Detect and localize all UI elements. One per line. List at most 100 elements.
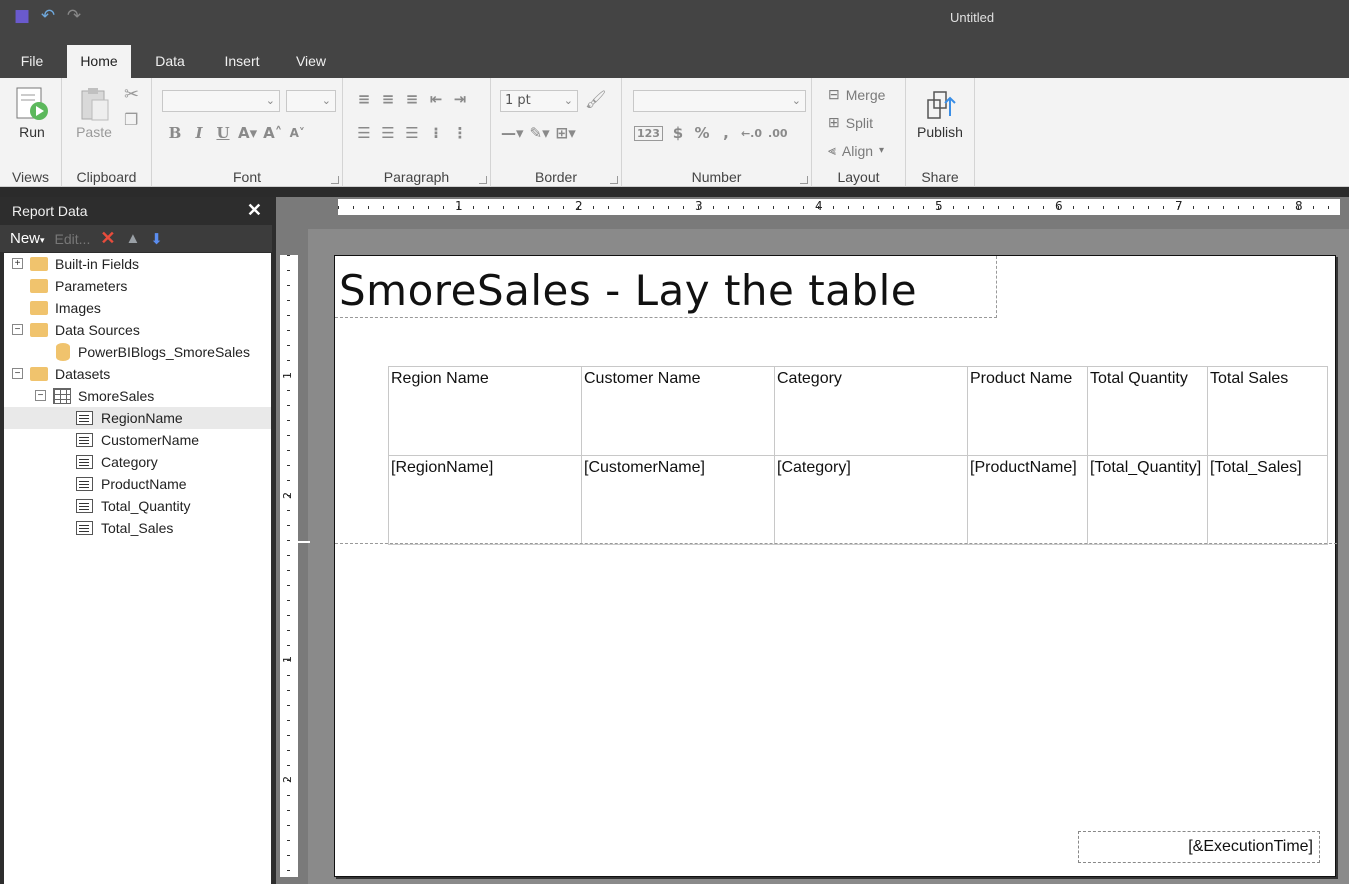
split-button[interactable]: ⊞ Split bbox=[828, 114, 873, 131]
field-icon bbox=[76, 455, 93, 469]
border-width-select[interactable]: 1 pt ⌄ bbox=[500, 90, 578, 112]
merge-button[interactable]: ⊟ Merge bbox=[828, 86, 885, 103]
comma-style-icon[interactable]: , bbox=[717, 124, 735, 142]
align-center-icon[interactable]: ☰ bbox=[379, 124, 397, 142]
undo-icon[interactable]: ↶ bbox=[38, 6, 58, 26]
decrease-indent-icon[interactable]: ⇤ bbox=[427, 90, 445, 108]
number-format-select[interactable]: ⌄ bbox=[633, 90, 806, 112]
tree-item-data-source[interactable]: PowerBIBlogs_SmoreSales bbox=[4, 341, 271, 363]
borders-icon[interactable]: ⊞▾ bbox=[556, 124, 576, 142]
save-icon[interactable]: ■ bbox=[12, 6, 32, 26]
field-icon bbox=[76, 433, 93, 447]
italic-icon[interactable]: I bbox=[190, 124, 208, 142]
align-right-icon[interactable]: ☰ bbox=[403, 124, 421, 142]
align-top-icon[interactable]: ≡ bbox=[355, 90, 373, 108]
execution-time-textbox[interactable]: [&ExecutionTime] bbox=[1078, 831, 1320, 863]
table-header-cell[interactable]: Total Sales bbox=[1207, 366, 1328, 456]
collapse-icon[interactable]: − bbox=[35, 390, 46, 401]
new-button[interactable]: New▾ bbox=[10, 230, 45, 247]
move-down-icon[interactable]: ⬇ bbox=[150, 230, 163, 248]
table-header-cell[interactable]: Customer Name bbox=[581, 366, 775, 456]
table-header-cell[interactable]: Category bbox=[774, 366, 968, 456]
table-header-cell[interactable]: Total Quantity bbox=[1087, 366, 1208, 456]
report-title-textbox[interactable]: SmoreSales - Lay the table bbox=[335, 256, 997, 318]
paragraph-dialog-launcher-icon[interactable] bbox=[479, 176, 487, 184]
border-dialog-launcher-icon[interactable] bbox=[610, 176, 618, 184]
tree-item-data-sources[interactable]: − Data Sources bbox=[4, 319, 271, 341]
tab-insert[interactable]: Insert bbox=[214, 45, 270, 78]
report-page[interactable]: SmoreSales - Lay the table Region Name C… bbox=[334, 255, 1337, 877]
align-left-icon[interactable]: ☰ bbox=[355, 124, 373, 142]
increase-decimal-icon[interactable]: ←.0 bbox=[741, 127, 762, 140]
numbering-icon[interactable]: ⋮ bbox=[451, 124, 469, 142]
tab-view[interactable]: View bbox=[288, 45, 334, 78]
publish-button[interactable]: Publish bbox=[912, 86, 968, 140]
field-icon bbox=[76, 521, 93, 535]
grow-font-icon[interactable]: A˄ bbox=[263, 124, 282, 142]
expand-icon[interactable]: + bbox=[12, 258, 23, 269]
tree-item-parameters[interactable]: Parameters bbox=[4, 275, 271, 297]
line-style-icon[interactable]: —▾ bbox=[501, 124, 524, 142]
copy-icon[interactable]: ❐ bbox=[124, 110, 138, 129]
tree-item-builtin-fields[interactable]: + Built-in Fields bbox=[4, 253, 271, 275]
decrease-decimal-icon[interactable]: .00 bbox=[768, 127, 788, 140]
tree-item-field[interactable]: RegionName bbox=[4, 407, 271, 429]
run-label: Run bbox=[19, 124, 45, 140]
table-header-cell[interactable]: Product Name bbox=[967, 366, 1088, 456]
align-bottom-icon[interactable]: ≡ bbox=[403, 90, 421, 108]
run-button[interactable]: Run bbox=[8, 86, 56, 140]
border-color-icon[interactable]: 🖌 bbox=[585, 90, 607, 110]
tree-item-field[interactable]: Total_Sales bbox=[4, 517, 271, 539]
percent-icon[interactable]: % bbox=[693, 124, 711, 142]
underline-icon[interactable]: U bbox=[214, 124, 232, 142]
table-detail-cell[interactable]: [ProductName] bbox=[967, 455, 1088, 545]
redo-icon[interactable]: ↷ bbox=[64, 6, 84, 26]
table-detail-cell[interactable]: [CustomerName] bbox=[581, 455, 775, 545]
pen-color-icon[interactable]: ✎▾ bbox=[530, 124, 550, 142]
collapse-icon[interactable]: − bbox=[12, 368, 23, 379]
table-detail-cell[interactable]: [Category] bbox=[774, 455, 968, 545]
align-middle-icon[interactable]: ≡ bbox=[379, 90, 397, 108]
increase-indent-icon[interactable]: ⇥ bbox=[451, 90, 469, 108]
number-dialog-launcher-icon[interactable] bbox=[800, 176, 808, 184]
tree-item-field[interactable]: CustomerName bbox=[4, 429, 271, 451]
table-detail-cell[interactable]: [Total_Sales] bbox=[1207, 455, 1328, 545]
tab-data[interactable]: Data bbox=[146, 45, 194, 78]
table-detail-cell[interactable]: [Total_Quantity] bbox=[1087, 455, 1208, 545]
cut-icon[interactable]: ✂ bbox=[124, 84, 139, 105]
quick-access-toolbar: ■ ↶ ↷ bbox=[12, 6, 84, 26]
table-detail-cell[interactable]: [RegionName] bbox=[388, 455, 582, 545]
title-bar: ■ ↶ ↷ Untitled bbox=[0, 0, 1349, 42]
font-family-select[interactable]: ⌄ bbox=[162, 90, 280, 112]
tab-home[interactable]: Home bbox=[67, 45, 131, 78]
bold-icon[interactable]: B bbox=[166, 124, 184, 142]
tree-label: ProductName bbox=[101, 476, 187, 492]
report-table[interactable]: Region Name Customer Name Category Produ… bbox=[388, 366, 1328, 545]
folder-open-icon bbox=[30, 367, 48, 381]
tree-item-field[interactable]: Category bbox=[4, 451, 271, 473]
move-up-icon[interactable]: ▲ bbox=[125, 230, 140, 247]
tree-item-field[interactable]: Total_Quantity bbox=[4, 495, 271, 517]
close-icon[interactable]: ✕ bbox=[247, 200, 262, 221]
shrink-font-icon[interactable]: A˅ bbox=[288, 126, 306, 140]
align-button[interactable]: ⫷ Align ▾ bbox=[828, 142, 884, 159]
group-paragraph: ≡ ≡ ≡ ⇤ ⇥ ☰ ☰ ☰ ⁝ ⋮ Paragraph bbox=[343, 78, 491, 187]
tab-file[interactable]: File bbox=[12, 45, 52, 78]
font-color-icon[interactable]: A▾ bbox=[238, 124, 257, 142]
tree-item-dataset[interactable]: − SmoreSales bbox=[4, 385, 271, 407]
tree-item-datasets[interactable]: − Datasets bbox=[4, 363, 271, 385]
currency-icon[interactable]: $ bbox=[669, 124, 687, 142]
font-dialog-launcher-icon[interactable] bbox=[331, 176, 339, 184]
chevron-down-icon: ▾ bbox=[879, 145, 885, 156]
paste-button[interactable]: Paste bbox=[70, 86, 118, 140]
tree-item-field[interactable]: ProductName bbox=[4, 473, 271, 495]
tree-item-images[interactable]: Images bbox=[4, 297, 271, 319]
font-size-select[interactable]: ⌄ bbox=[286, 90, 336, 112]
collapse-icon[interactable]: − bbox=[12, 324, 23, 335]
edit-button[interactable]: Edit... bbox=[55, 231, 91, 247]
table-header-cell[interactable]: Region Name bbox=[388, 366, 582, 456]
bullets-icon[interactable]: ⁝ bbox=[427, 124, 445, 142]
border-width-value: 1 pt bbox=[505, 93, 531, 108]
placeholder-format-icon[interactable]: 123 bbox=[634, 125, 663, 141]
delete-icon[interactable]: ✕ bbox=[100, 228, 115, 249]
